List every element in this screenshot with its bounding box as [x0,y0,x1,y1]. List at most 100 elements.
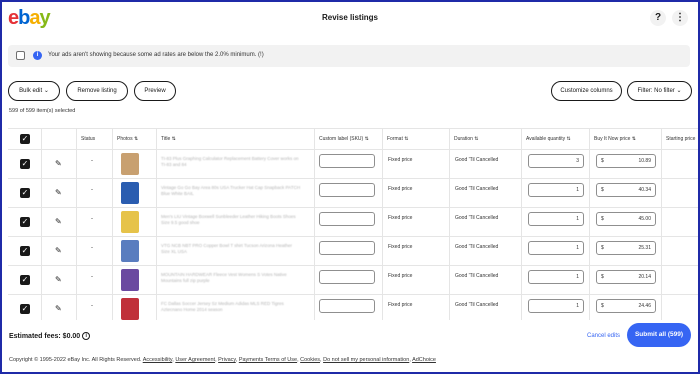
row-quantity-cell: 1 [522,237,590,266]
bulk-edit-button[interactable]: Bulk edit ⌄ [8,81,60,101]
header-format[interactable]: Format ⇅ [383,129,450,150]
row-edit-cell: ✎ [42,266,77,295]
listing-photo[interactable] [121,298,139,320]
price-input[interactable]: $25.31 [596,241,656,255]
listing-title[interactable]: VTG NCB NBT PRO Copper Bowl T shirt Tucs… [161,243,301,255]
submit-all-button[interactable]: Submit all (599) [627,323,691,347]
remove-listing-button[interactable]: Remove listing [66,81,128,101]
quantity-input[interactable]: 3 [528,154,584,168]
listing-photo[interactable] [121,240,139,262]
row-starting-price-cell [662,179,698,208]
custom-label-input[interactable] [319,183,375,197]
quantity-input[interactable]: 1 [528,212,584,226]
table-row: ✓ ✎ - Men's LIU Vintage Boxwell Sunbleeder … [8,208,698,237]
custom-label-input[interactable] [319,154,375,168]
pencil-icon[interactable]: ✎ [55,188,62,197]
listing-title[interactable]: Men's LIU Vintage Boxwell Sunbleeder Lea… [161,214,301,226]
header-status[interactable]: Status [77,129,113,150]
header-custom-label[interactable]: Custom label (SKU) ⇅ [315,129,383,150]
row-starting-price-cell [662,150,698,179]
row-checkbox[interactable]: ✓ [20,275,30,285]
footer-link[interactable]: Privacy [218,357,236,363]
price-input[interactable]: $45.00 [596,212,656,226]
row-price-cell: $24.46 [590,295,662,320]
row-quantity-cell: 1 [522,208,590,237]
cancel-edits-link[interactable]: Cancel edits [587,333,620,339]
format-value: Fixed price [388,244,413,250]
duration-value[interactable]: Good 'Til Cancelled [455,302,498,308]
page-title: Revise listings [321,13,379,22]
duration-value[interactable]: Good 'Til Cancelled [455,244,498,250]
more-options-icon[interactable]: ⋮ [672,10,688,26]
quantity-input[interactable]: 1 [528,241,584,255]
header-photos[interactable]: Photos ⇅ [113,129,157,150]
help-icon[interactable]: ? [650,10,666,26]
pencil-icon[interactable]: ✎ [55,246,62,255]
footer-link[interactable]: Cookies [300,357,320,363]
listing-title[interactable]: FC Dallas Soccer Jersey Sz Medium Adidas… [161,301,301,313]
row-checkbox[interactable]: ✓ [20,159,30,169]
quantity-input[interactable]: 1 [528,270,584,284]
row-title-cell: VTG NCB NBT PRO Copper Bowl T shirt Tucs… [157,237,315,266]
row-sku-cell [315,295,383,320]
header-select-all[interactable]: ✓ [8,129,42,150]
price-input[interactable]: $20.14 [596,270,656,284]
header-quantity[interactable]: Available quantity ⇅ [522,129,590,150]
header-edit [42,129,77,150]
format-value: Fixed price [388,302,413,308]
row-duration-cell: Good 'Til Cancelled [450,237,522,266]
row-checkbox[interactable]: ✓ [20,188,30,198]
listing-photo[interactable] [121,269,139,291]
listing-photo[interactable] [121,182,139,204]
status-value: - [91,158,93,164]
row-photo-cell [113,266,157,295]
duration-value[interactable]: Good 'Til Cancelled [455,273,498,279]
footer-link[interactable]: User Agreement [175,357,215,363]
fees-info-icon[interactable]: i [82,332,91,340]
duration-value[interactable]: Good 'Til Cancelled [455,186,498,192]
listing-title[interactable]: TI-83 Plus Graphing Calculator Replaceme… [161,156,301,168]
header-starting-price[interactable]: Starting price [662,129,698,150]
filter-button[interactable]: Filter: No filter ⌄ [627,81,692,101]
header-duration[interactable]: Duration ⇅ [450,129,522,150]
custom-label-input[interactable] [319,241,375,255]
listing-photo[interactable] [121,153,139,175]
quantity-input[interactable]: 1 [528,299,584,313]
price-input[interactable]: $40.34 [596,183,656,197]
header-title[interactable]: Title ⇅ [157,129,315,150]
pencil-icon[interactable]: ✎ [55,304,62,313]
footer-link[interactable]: Accessibility [143,357,173,363]
listing-photo[interactable] [121,211,139,233]
footer-link[interactable]: Do not sell my personal information [323,357,409,363]
custom-label-input[interactable] [319,270,375,284]
row-starting-price-cell [662,208,698,237]
select-all-checkbox[interactable]: ✓ [20,134,30,144]
footer-link[interactable]: Payments Terms of Use [239,357,297,363]
preview-button[interactable]: Preview [134,81,176,101]
price-input[interactable]: $10.89 [596,154,656,168]
custom-label-input[interactable] [319,212,375,226]
row-sku-cell [315,179,383,208]
listing-title[interactable]: Vintage Go Go Bay Area 80s USA Trucker H… [161,185,301,197]
duration-value[interactable]: Good 'Til Cancelled [455,215,498,221]
row-checkbox[interactable]: ✓ [20,304,30,314]
customize-columns-button[interactable]: Customize columns [551,81,622,101]
price-input[interactable]: $24.46 [596,299,656,313]
custom-label-input[interactable] [319,299,375,313]
row-checkbox[interactable]: ✓ [20,217,30,227]
ad-rate-notice: i Your ads aren't showing because some a… [8,45,690,67]
app-window: ebay Revise listings ? ⋮ i Your ads aren… [0,0,700,374]
pencil-icon[interactable]: ✎ [55,217,62,226]
footer-link[interactable]: AdChoice [412,357,436,363]
pencil-icon[interactable]: ✎ [55,159,62,168]
listing-title[interactable]: MOUNTAIN HARDWEAR Fleece Vest Womens S V… [161,272,301,284]
row-duration-cell: Good 'Til Cancelled [450,150,522,179]
header-price[interactable]: Buy It Now price ⇅ [590,129,662,150]
row-checkbox[interactable]: ✓ [20,246,30,256]
quantity-input[interactable]: 1 [528,183,584,197]
notice-checkbox[interactable] [16,51,25,60]
currency-symbol: $ [601,245,604,251]
status-value: - [91,303,93,309]
pencil-icon[interactable]: ✎ [55,275,62,284]
duration-value[interactable]: Good 'Til Cancelled [455,157,498,163]
